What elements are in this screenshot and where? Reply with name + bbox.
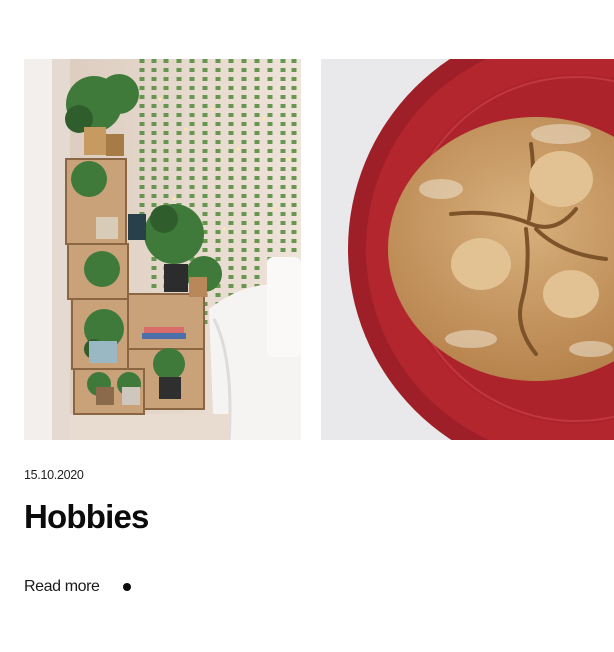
gallery-image-plants[interactable] <box>24 59 301 440</box>
dot-icon <box>122 583 131 591</box>
blog-post-card: 15.10.2020 Hobbies Read more <box>0 0 614 652</box>
post-title[interactable]: Hobbies <box>24 498 149 536</box>
gallery-image-bread[interactable] <box>321 59 614 440</box>
read-more-link[interactable]: Read more <box>24 578 131 596</box>
image-gallery <box>24 59 614 440</box>
post-date: 15.10.2020 <box>24 468 84 482</box>
bread-loaf-photo-icon <box>321 59 614 440</box>
read-more-label: Read more <box>24 578 100 595</box>
plant-shelf-photo-icon <box>24 59 301 440</box>
